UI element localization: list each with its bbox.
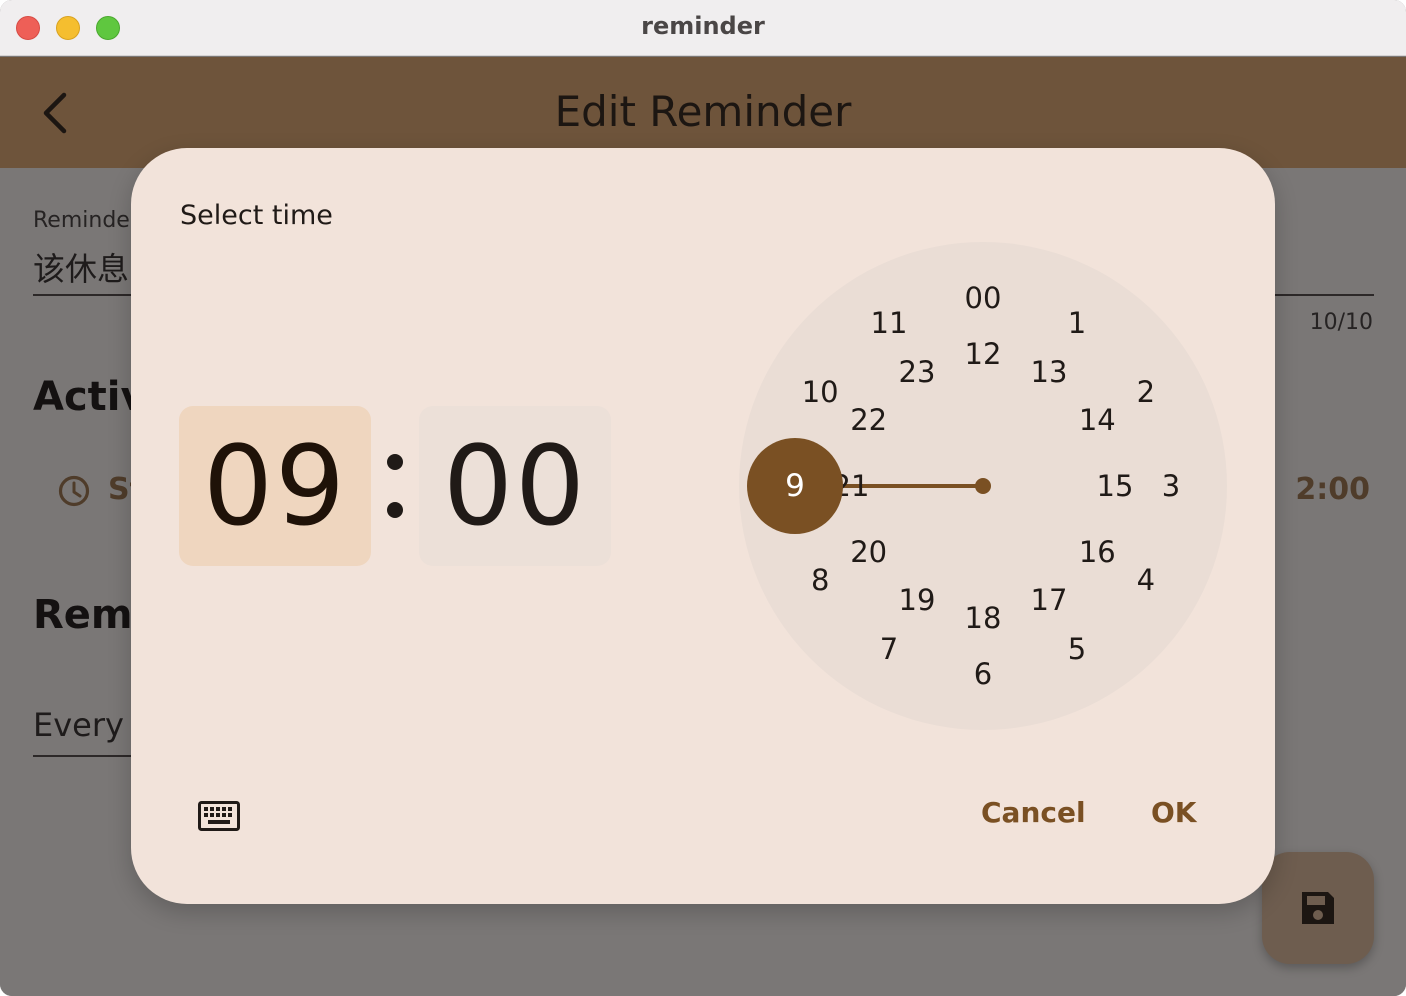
reminder-field-input[interactable]: 该休息: [33, 244, 129, 290]
dial-hour-1[interactable]: 1: [1047, 303, 1107, 343]
dial-hour-inner-20[interactable]: 20: [839, 532, 899, 572]
every-field[interactable]: Every: [33, 706, 124, 744]
dial-hour-inner-14[interactable]: 14: [1067, 400, 1127, 440]
page-title: Edit Reminder: [554, 87, 852, 136]
cancel-button[interactable]: Cancel: [981, 796, 1086, 829]
active-section-heading: Activ: [33, 374, 147, 420]
dial-hour-6[interactable]: 6: [953, 654, 1013, 694]
ok-button[interactable]: OK: [1151, 796, 1197, 829]
minute-display[interactable]: 00: [419, 406, 611, 566]
dial-hour-11[interactable]: 11: [859, 303, 919, 343]
dialog-title: Select time: [180, 200, 333, 231]
title-bar: reminder: [0, 0, 1406, 56]
character-counter: 10/10: [1309, 310, 1373, 335]
time-picker-dialog: Select time 09 00 0012345678910111213141…: [131, 148, 1275, 904]
dial-center-dot: [975, 478, 991, 494]
dial-hour-inner-23[interactable]: 23: [887, 352, 947, 392]
dial-selected-hour[interactable]: 9: [747, 438, 843, 534]
app-window: reminder Edit Reminder Reminde 该休息 10/10…: [0, 0, 1406, 996]
window-title: reminder: [641, 12, 765, 40]
dial-hour-inner-18[interactable]: 18: [953, 598, 1013, 638]
save-icon: [1302, 892, 1334, 924]
hour-display[interactable]: 09: [179, 406, 371, 566]
reminder-field-label: Reminde: [33, 208, 130, 233]
dial-hour-5[interactable]: 5: [1047, 629, 1107, 669]
dial-hour-inner-22[interactable]: 22: [839, 400, 899, 440]
dial-hour-inner-17[interactable]: 17: [1019, 580, 1079, 620]
dial-hour-7[interactable]: 7: [859, 629, 919, 669]
every-field-underline: [33, 755, 143, 757]
clock-icon: [58, 475, 90, 507]
keyboard-icon[interactable]: [198, 801, 240, 831]
dial-hour-inner-16[interactable]: 16: [1067, 532, 1127, 572]
dial-hour-inner-19[interactable]: 19: [887, 580, 947, 620]
end-time-value[interactable]: 2:00: [1295, 472, 1370, 507]
clock-dial[interactable]: 0012345678910111213141516171819202122239: [739, 242, 1227, 730]
dial-hour-00[interactable]: 00: [953, 278, 1013, 318]
save-button[interactable]: [1262, 852, 1374, 964]
reminder-section-heading: Remi: [33, 592, 147, 638]
time-separator: [380, 446, 410, 526]
dial-hour-inner-13[interactable]: 13: [1019, 352, 1079, 392]
dial-hour-3[interactable]: 3: [1141, 466, 1201, 506]
dial-hour-inner-12[interactable]: 12: [953, 334, 1013, 374]
dial-hour-inner-15[interactable]: 15: [1085, 466, 1145, 506]
